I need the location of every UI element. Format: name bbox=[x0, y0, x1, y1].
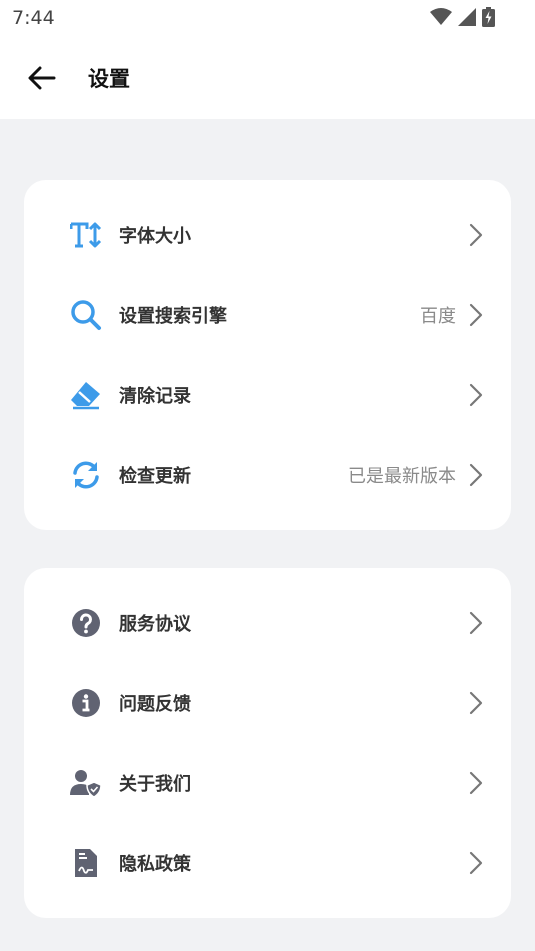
chevron-right-icon bbox=[469, 611, 483, 635]
chevron-right-icon bbox=[469, 303, 483, 327]
chevron-right-icon bbox=[469, 223, 483, 247]
status-time: 7:44 bbox=[12, 7, 55, 29]
row-clear-history[interactable]: 清除记录 bbox=[24, 355, 511, 435]
row-label: 隐私政策 bbox=[119, 854, 191, 875]
row-label: 服务协议 bbox=[119, 614, 191, 635]
row-privacy-policy[interactable]: 隐私政策 bbox=[24, 823, 511, 903]
update-status-value: 已是最新版本 bbox=[348, 466, 456, 487]
app-header: 设置 bbox=[0, 36, 535, 119]
eraser-icon bbox=[68, 379, 104, 411]
status-bar: 7:44 bbox=[0, 0, 535, 36]
user-shield-icon bbox=[68, 767, 104, 799]
refresh-icon bbox=[68, 459, 104, 491]
chevron-right-icon bbox=[469, 851, 483, 875]
chevron-right-icon bbox=[469, 383, 483, 407]
settings-card-general: 字体大小 设置搜索引擎 百度 清除记录 检查更新 已是最新版本 bbox=[24, 180, 511, 530]
chevron-right-icon bbox=[469, 463, 483, 487]
row-search-engine[interactable]: 设置搜索引擎 百度 bbox=[24, 275, 511, 355]
row-label: 清除记录 bbox=[119, 386, 191, 407]
settings-card-about: 服务协议 问题反馈 关于我们 隐私政策 bbox=[24, 568, 511, 918]
page-title: 设置 bbox=[88, 67, 130, 91]
back-arrow-icon bbox=[28, 66, 56, 90]
document-signature-icon bbox=[68, 847, 104, 879]
row-feedback[interactable]: 问题反馈 bbox=[24, 663, 511, 743]
row-label: 关于我们 bbox=[119, 774, 191, 795]
row-font-size[interactable]: 字体大小 bbox=[24, 195, 511, 275]
battery-charging-icon bbox=[482, 7, 495, 31]
row-check-update[interactable]: 检查更新 已是最新版本 bbox=[24, 435, 511, 515]
row-label: 设置搜索引擎 bbox=[119, 306, 227, 327]
search-engine-value: 百度 bbox=[420, 306, 456, 327]
row-label: 问题反馈 bbox=[119, 694, 191, 715]
back-button[interactable] bbox=[26, 62, 58, 94]
search-icon bbox=[68, 299, 104, 331]
info-circle-icon bbox=[68, 687, 104, 719]
row-label: 字体大小 bbox=[119, 226, 191, 247]
font-size-icon bbox=[68, 219, 104, 251]
status-icons bbox=[430, 7, 495, 31]
wifi-icon bbox=[430, 8, 452, 30]
row-label: 检查更新 bbox=[119, 466, 191, 487]
row-service-agreement[interactable]: 服务协议 bbox=[24, 583, 511, 663]
question-circle-icon bbox=[68, 607, 104, 639]
row-about-us[interactable]: 关于我们 bbox=[24, 743, 511, 823]
signal-icon bbox=[458, 8, 476, 30]
chevron-right-icon bbox=[469, 771, 483, 795]
chevron-right-icon bbox=[469, 691, 483, 715]
